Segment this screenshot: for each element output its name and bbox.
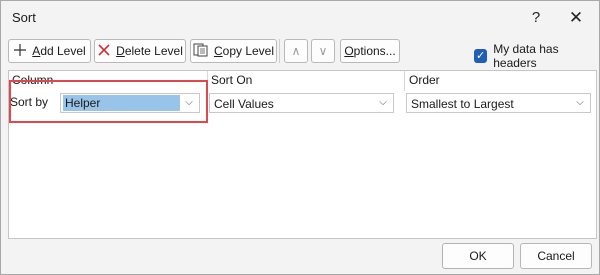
sort-dialog: Sort ? ✕ Add Level Delete Level Copy Lev… — [0, 0, 600, 275]
chevron-down-icon: ⌵ — [576, 97, 584, 108]
sort-on-select-value: Cell Values — [214, 97, 274, 111]
headers-checkbox-group[interactable]: ✓ My data has headers — [474, 42, 599, 70]
chevron-down-icon: ⌵ — [379, 97, 387, 108]
dialog-title: Sort — [12, 10, 36, 25]
copy-level-label: Copy Level — [213, 44, 275, 58]
add-level-button[interactable]: Add Level — [8, 39, 91, 63]
column-header-order: Order — [409, 73, 440, 87]
highlight-annotation — [9, 80, 208, 123]
move-down-button[interactable]: ∨ — [311, 39, 335, 63]
copy-level-button[interactable]: Copy Level — [190, 39, 277, 63]
plus-icon — [13, 43, 27, 60]
sort-on-select[interactable]: Cell Values ⌵ — [209, 93, 394, 113]
cancel-button[interactable]: Cancel — [520, 243, 592, 269]
order-select-value: Smallest to Largest — [411, 97, 514, 111]
ok-button[interactable]: OK — [442, 243, 514, 269]
copy-icon — [193, 43, 209, 60]
sort-levels-grid: Column Sort On Order Sort by Helper ⌵ Ce… — [8, 70, 597, 239]
headers-checkbox-label: My data has headers — [493, 42, 559, 70]
add-level-label: Add Level — [32, 44, 86, 58]
chevron-up-icon: ∧ — [291, 44, 301, 58]
options-button[interactable]: Options... — [340, 39, 400, 63]
close-button[interactable]: ✕ — [561, 5, 591, 31]
toolbar-separator — [279, 39, 280, 63]
column-header-sort-on: Sort On — [211, 73, 253, 87]
delete-level-button[interactable]: Delete Level — [94, 39, 186, 63]
column-separator — [404, 71, 405, 91]
delete-level-label: Delete Level — [116, 44, 183, 58]
x-icon — [97, 43, 111, 60]
help-button[interactable]: ? — [521, 5, 551, 31]
title-bar: Sort ? ✕ — [1, 1, 599, 35]
order-select[interactable]: Smallest to Largest ⌵ — [406, 93, 591, 113]
chevron-down-icon: ∨ — [318, 44, 328, 58]
move-up-button[interactable]: ∧ — [284, 39, 308, 63]
options-label: Options... — [344, 44, 396, 58]
headers-checkbox[interactable]: ✓ — [474, 49, 488, 63]
